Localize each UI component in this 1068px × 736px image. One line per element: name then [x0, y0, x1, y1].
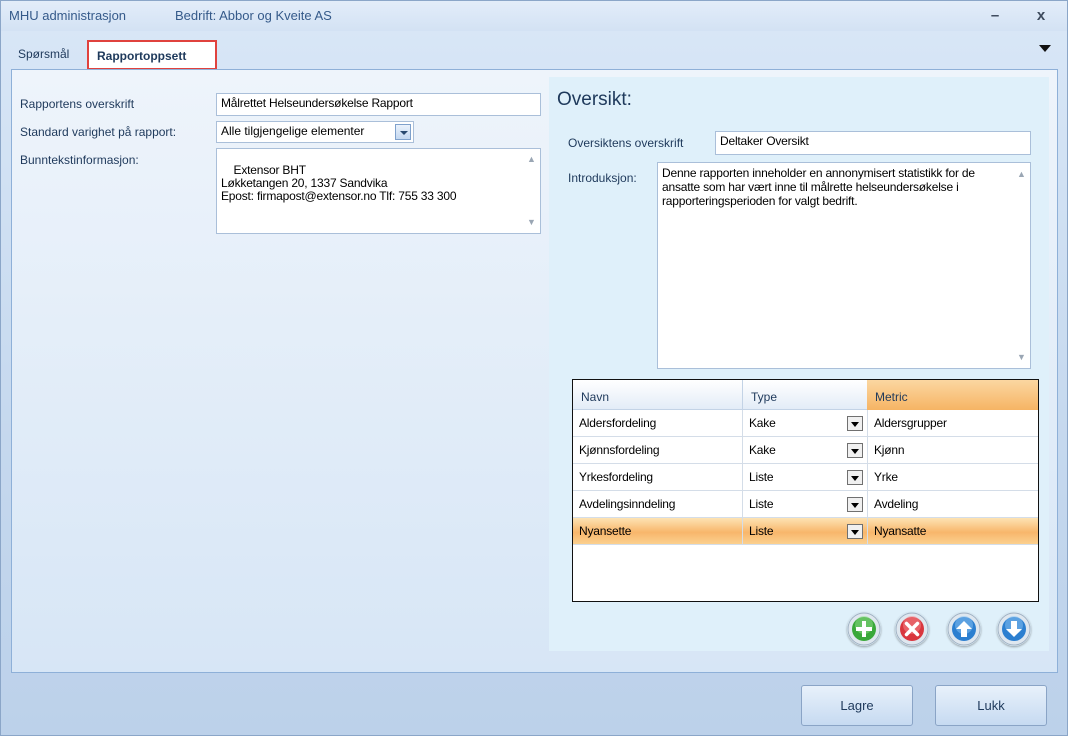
cell-navn[interactable]: Aldersfordeling [573, 410, 743, 437]
duration-label: Standard varighet på rapport: [20, 125, 177, 139]
cell-navn[interactable]: Yrkesfordeling [573, 464, 743, 491]
scroll-up-icon[interactable]: ▲ [1017, 167, 1026, 181]
column-header-type[interactable]: Type [743, 380, 867, 410]
app-title: MHU administrasjon [9, 8, 127, 23]
footer-info-textarea[interactable]: Extensor BHT Løkketangen 20, 1337 Sandvi… [216, 148, 541, 234]
tab-rapportoppsett[interactable]: Rapportoppsett [87, 40, 217, 70]
scroll-down-icon[interactable]: ▼ [527, 216, 536, 229]
metrics-grid: Navn Type Metric Aldersfordeling Kake Al… [572, 379, 1039, 602]
close-button[interactable]: Lukk [935, 685, 1047, 726]
intro-label: Introduksjon: [568, 171, 637, 185]
add-icon [847, 612, 881, 646]
tab-menu-chevron-down-icon[interactable] [1039, 45, 1051, 52]
column-header-metric[interactable]: Metric [867, 380, 1038, 410]
tab-sporsmal[interactable]: Spørsmål [10, 40, 77, 70]
minimize-button[interactable]: – [983, 5, 1007, 27]
remove-icon [895, 612, 929, 646]
tab-bar: Spørsmål Rapportoppsett [1, 33, 1067, 71]
type-dropdown-arrow-icon[interactable] [847, 524, 863, 539]
table-row[interactable]: Yrkesfordeling Liste Yrke [573, 464, 1038, 491]
intro-text: Denne rapporten inneholder en annonymise… [662, 166, 975, 208]
type-dropdown-arrow-icon[interactable] [847, 416, 863, 431]
type-dropdown-arrow-icon[interactable] [847, 443, 863, 458]
save-button[interactable]: Lagre [801, 685, 913, 726]
move-up-button[interactable] [947, 612, 981, 646]
footer-info-text: Extensor BHT Løkketangen 20, 1337 Sandvi… [221, 163, 457, 203]
move-down-button[interactable] [997, 612, 1031, 646]
move-up-icon [947, 612, 981, 646]
table-row[interactable]: Kjønnsfordeling Kake Kjønn [573, 437, 1038, 464]
cell-metric[interactable]: Yrke [867, 464, 1038, 491]
main-window: MHU administrasjon Bedrift: Abbor og Kve… [0, 0, 1068, 736]
duration-select[interactable]: Alle tilgjengelige elementer [216, 121, 414, 143]
move-down-icon [997, 612, 1031, 646]
report-heading-label: Rapportens overskrift [20, 97, 135, 111]
table-row-selected[interactable]: Nyansette Liste Nyansatte [573, 518, 1038, 545]
column-header-navn[interactable]: Navn [573, 380, 743, 410]
dropdown-arrow-icon[interactable] [395, 124, 411, 140]
company-label: Bedrift: Abbor og Kveite AS [175, 8, 332, 23]
footer-info-label: Bunntekstinformasjon: [20, 153, 139, 167]
remove-row-button[interactable] [895, 612, 929, 646]
overview-heading-label: Oversiktens overskrift [568, 136, 684, 150]
report-heading-input[interactable]: Målrettet Helseundersøkelse Rapport [216, 93, 541, 116]
overview-heading-input[interactable]: Deltaker Oversikt [715, 131, 1031, 155]
cell-metric[interactable]: Nyansatte [867, 518, 1038, 545]
footer-info-scrollbar[interactable]: ▲ ▼ [526, 153, 538, 229]
cell-metric[interactable]: Kjønn [867, 437, 1038, 464]
add-row-button[interactable] [847, 612, 881, 646]
cell-navn[interactable]: Nyansette [573, 518, 743, 545]
type-dropdown-arrow-icon[interactable] [847, 470, 863, 485]
cell-metric[interactable]: Avdeling [867, 491, 1038, 518]
intro-scrollbar[interactable]: ▲ ▼ [1016, 167, 1028, 364]
type-dropdown-arrow-icon[interactable] [847, 497, 863, 512]
cell-navn[interactable]: Avdelingsinndeling [573, 491, 743, 518]
close-window-button[interactable]: x [1029, 5, 1053, 27]
scroll-up-icon[interactable]: ▲ [527, 153, 536, 166]
duration-select-value: Alle tilgjengelige elementer [221, 124, 365, 138]
cell-metric[interactable]: Aldersgrupper [867, 410, 1038, 437]
grid-header: Navn Type Metric [573, 380, 1038, 410]
cell-navn[interactable]: Kjønnsfordeling [573, 437, 743, 464]
table-row[interactable]: Avdelingsinndeling Liste Avdeling [573, 491, 1038, 518]
overview-title: Oversikt: [557, 89, 632, 110]
intro-textarea[interactable]: Denne rapporten inneholder en annonymise… [657, 162, 1031, 369]
title-bar: MHU administrasjon Bedrift: Abbor og Kve… [1, 1, 1067, 31]
table-row[interactable]: Aldersfordeling Kake Aldersgrupper [573, 410, 1038, 437]
scroll-down-icon[interactable]: ▼ [1017, 350, 1026, 364]
